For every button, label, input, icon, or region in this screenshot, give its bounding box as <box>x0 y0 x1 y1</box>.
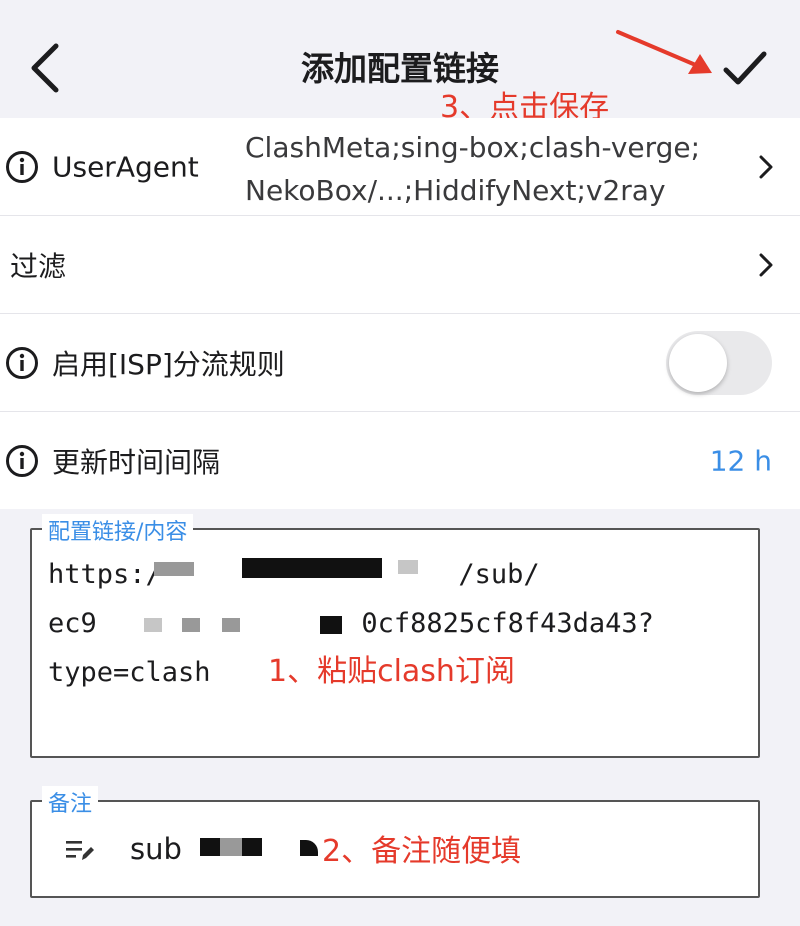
redaction-block <box>182 618 200 632</box>
redaction-block <box>320 616 342 634</box>
redaction-block <box>154 562 194 576</box>
link-line2-start: ec9 <box>48 608 97 639</box>
update-interval-label: 更新时间间隔 <box>52 445 221 479</box>
link-line3: type=clash <box>48 657 211 688</box>
useragent-value: ClashMeta;sing-box;clash-verge; NekoBox/… <box>245 126 750 212</box>
isp-rules-row: 启用[ISP]分流规则 <box>0 314 800 412</box>
useragent-label: UserAgent <box>52 150 199 183</box>
link-line-1: https:/ /sub/ <box>48 550 748 599</box>
note-input[interactable]: sub <box>130 832 182 866</box>
useragent-row[interactable]: UserAgent ClashMeta;sing-box;clash-verge… <box>0 118 800 216</box>
settings-list: UserAgent ClashMeta;sing-box;clash-verge… <box>0 118 800 509</box>
info-icon <box>6 444 38 477</box>
info-icon <box>6 346 38 379</box>
note-field-legend: 备注 <box>42 786 99 818</box>
link-field-legend: 配置链接/内容 <box>42 514 194 546</box>
chevron-right-icon <box>759 155 773 178</box>
isp-rules-toggle[interactable] <box>666 330 772 395</box>
toggle-knob <box>669 333 727 392</box>
chevron-right-icon <box>759 253 773 276</box>
redaction-block <box>200 838 220 856</box>
useragent-value-line2: NekoBox/...;HiddifyNext;v2ray <box>245 174 666 207</box>
filter-row[interactable]: 过滤 <box>0 216 800 314</box>
redaction-block <box>398 560 418 574</box>
redaction-block <box>242 838 262 856</box>
redaction-block <box>242 558 382 578</box>
link-content-field[interactable]: 配置链接/内容 https:/ /sub/ ec9 0cf8825cf8f43d… <box>30 514 760 758</box>
note-field[interactable]: 备注 sub 2、备注随便填 <box>30 786 760 898</box>
link-line2-end: 0cf8825cf8f43da43? <box>361 608 654 639</box>
link-line1-start: https:/ <box>48 559 162 590</box>
update-interval-value: 12 h <box>709 444 772 477</box>
useragent-value-line1: ClashMeta;sing-box;clash-verge; <box>245 131 701 164</box>
link-line1-end: /sub/ <box>458 559 540 590</box>
notes-icon <box>66 841 94 860</box>
annotation-arrow <box>616 30 712 74</box>
annotation-step2: 2、备注随便填 <box>322 834 522 869</box>
filter-label: 过滤 <box>10 249 67 283</box>
info-icon <box>6 150 38 183</box>
update-interval-row[interactable]: 更新时间间隔 12 h <box>0 412 800 509</box>
redaction-block <box>220 838 242 856</box>
redaction-block <box>300 840 318 856</box>
annotation-step1: 1、粘贴clash订阅 <box>268 654 515 689</box>
redaction-block <box>144 618 162 632</box>
isp-rules-label: 启用[ISP]分流规则 <box>52 347 285 381</box>
redaction-block <box>222 618 240 632</box>
